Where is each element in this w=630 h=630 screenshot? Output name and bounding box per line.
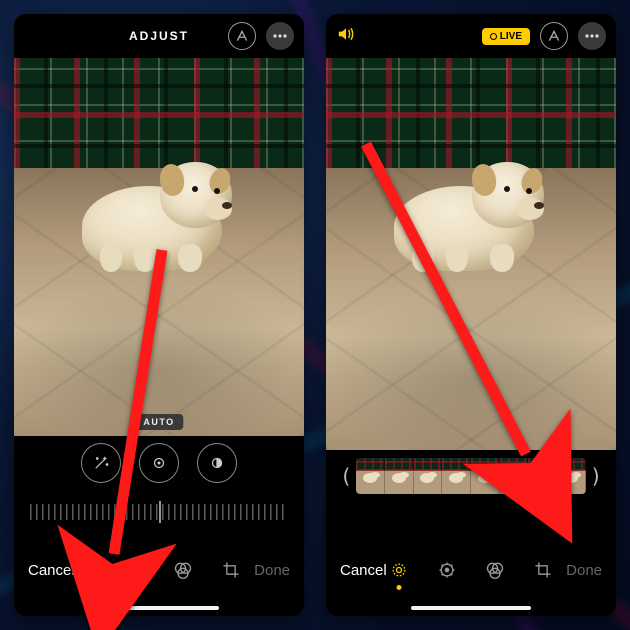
photo-puppy [386, 158, 556, 278]
auto-badge[interactable]: AUTO [134, 414, 183, 430]
photo-preview[interactable]: AUTO [14, 58, 304, 436]
frame-thumb[interactable] [557, 458, 586, 494]
phone-editor-live: LIVE ( [326, 14, 616, 616]
adjust-tab-icon[interactable] [436, 559, 458, 581]
key-photo-scrubber[interactable]: ( ) [326, 450, 616, 502]
edit-mode-tabs [76, 559, 242, 581]
adjust-tab-icon[interactable] [124, 559, 146, 581]
markup-icon[interactable] [228, 22, 256, 50]
frame-thumb[interactable] [414, 458, 443, 494]
more-icon[interactable] [578, 22, 606, 50]
cancel-button[interactable]: Cancel [28, 562, 75, 579]
frame-thumb[interactable] [500, 458, 529, 494]
frame-thumb[interactable] [442, 458, 471, 494]
bottom-bar: Cancel Done [326, 540, 616, 616]
photo-preview[interactable] [326, 58, 616, 450]
crop-tab-icon[interactable] [220, 559, 242, 581]
adjust-slider[interactable] [14, 490, 304, 532]
filters-tab-icon[interactable] [172, 559, 194, 581]
exposure-button[interactable] [139, 443, 179, 483]
brilliance-button[interactable] [197, 443, 237, 483]
home-indicator[interactable] [99, 606, 219, 610]
edit-mode-tabs [388, 559, 554, 581]
scrubber-right-handle[interactable]: ) [590, 464, 602, 488]
done-button[interactable]: Done [566, 562, 602, 579]
top-bar: LIVE [326, 14, 616, 58]
markup-icon[interactable] [540, 22, 568, 50]
frame-thumb[interactable] [471, 458, 500, 494]
done-button[interactable]: Done [254, 562, 290, 579]
cancel-button[interactable]: Cancel [340, 562, 387, 579]
adjust-tools-row [14, 436, 304, 490]
frame-thumb[interactable] [528, 458, 557, 494]
volume-icon[interactable] [336, 26, 356, 47]
more-icon[interactable] [266, 22, 294, 50]
top-bar: ADJUST [14, 14, 304, 58]
live-tab-icon[interactable] [76, 559, 98, 581]
auto-enhance-button[interactable] [81, 443, 121, 483]
frame-thumb[interactable] [385, 458, 414, 494]
filters-tab-icon[interactable] [484, 559, 506, 581]
bottom-bar: Cancel Done [14, 540, 304, 616]
live-tab-icon[interactable] [388, 559, 410, 581]
frame-strip[interactable] [356, 458, 586, 494]
live-badge[interactable]: LIVE [482, 28, 530, 45]
slider-ticks [30, 504, 288, 520]
crop-tab-icon[interactable] [532, 559, 554, 581]
home-indicator[interactable] [411, 606, 531, 610]
scrubber-left-handle[interactable]: ( [340, 464, 352, 488]
phone-editor-adjust: ADJUST AUTO [14, 14, 304, 616]
photo-puppy [74, 158, 244, 278]
frame-thumb[interactable] [356, 458, 385, 494]
tutorial-stage: ADJUST AUTO [0, 0, 630, 630]
